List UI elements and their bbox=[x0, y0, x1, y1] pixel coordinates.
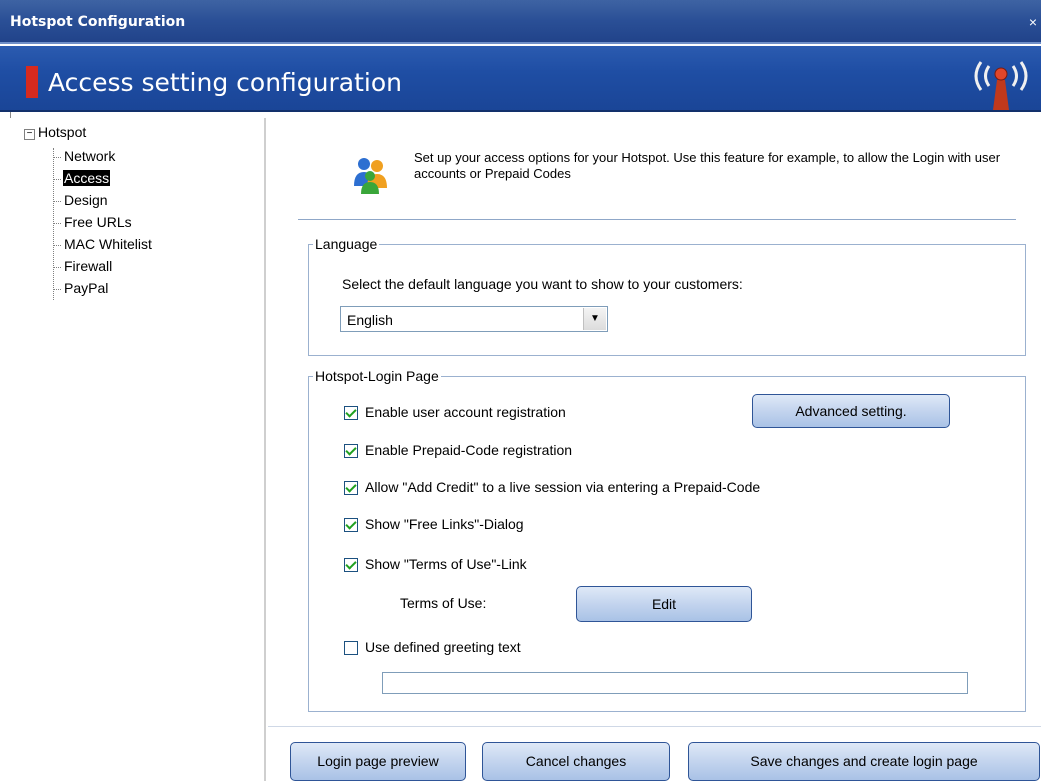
language-legend: Language bbox=[315, 236, 378, 252]
login-legend: Hotspot-Login Page bbox=[315, 368, 439, 384]
page-header: Access setting configuration bbox=[0, 46, 1041, 112]
show-free-links-checkbox[interactable] bbox=[344, 518, 358, 532]
enable-user-registration-checkbox[interactable] bbox=[344, 406, 358, 420]
use-greeting-text-option[interactable]: Use defined greeting text bbox=[344, 639, 521, 655]
language-select[interactable]: English ▼ bbox=[340, 306, 608, 332]
window-title: Hotspot Configuration bbox=[10, 14, 186, 30]
option-label: Enable user account registration bbox=[365, 404, 566, 420]
tree-item-label: Design bbox=[64, 192, 108, 208]
use-greeting-text-checkbox[interactable] bbox=[344, 641, 358, 655]
login-page-preview-button[interactable]: Login page preview bbox=[290, 742, 466, 781]
enable-prepaid-registration-checkbox[interactable] bbox=[344, 444, 358, 458]
tree-item-access[interactable]: Access bbox=[53, 170, 111, 186]
save-and-create-button[interactable]: Save changes and create login page bbox=[688, 742, 1040, 781]
allow-add-credit-checkbox[interactable] bbox=[344, 481, 358, 495]
tree-item-label: Free URLs bbox=[64, 214, 132, 230]
tree-item-paypal[interactable]: PayPal bbox=[53, 280, 109, 296]
header-accent-bar bbox=[26, 66, 38, 98]
tree-item-label: Access bbox=[63, 170, 111, 186]
section-divider bbox=[298, 219, 1016, 220]
option-label: Show "Free Links"-Dialog bbox=[365, 516, 524, 532]
antenna-icon bbox=[974, 61, 1028, 110]
allow-add-credit-option[interactable]: Allow "Add Credit" to a live session via… bbox=[344, 479, 760, 495]
close-icon[interactable]: × bbox=[1029, 14, 1037, 30]
option-label: Show "Terms of Use"-Link bbox=[365, 556, 527, 572]
show-free-links-option[interactable]: Show "Free Links"-Dialog bbox=[344, 516, 524, 532]
tree-item-label: PayPal bbox=[64, 280, 109, 296]
tree-item-free-urls[interactable]: Free URLs bbox=[53, 214, 133, 230]
enable-prepaid-registration-option[interactable]: Enable Prepaid-Code registration bbox=[344, 442, 572, 458]
option-label: Enable Prepaid-Code registration bbox=[365, 442, 573, 458]
users-icon bbox=[354, 158, 387, 194]
tree-item-mac-whitelist[interactable]: MAC Whitelist bbox=[53, 236, 153, 252]
page-title: Access setting configuration bbox=[48, 68, 402, 97]
show-terms-of-use-option[interactable]: Show "Terms of Use"-Link bbox=[344, 556, 527, 572]
tree-root-label: Hotspot bbox=[38, 124, 87, 140]
footer-divider bbox=[268, 726, 1041, 727]
option-label: Allow "Add Credit" to a live session via… bbox=[365, 479, 761, 495]
tree-item-label: Firewall bbox=[64, 258, 113, 274]
info-description: Set up your access options for your Hots… bbox=[414, 150, 1001, 181]
tree-root-hotspot[interactable]: − Hotspot bbox=[24, 124, 86, 140]
terms-of-use-label: Terms of Use: bbox=[400, 595, 487, 611]
cancel-changes-button[interactable]: Cancel changes bbox=[482, 742, 670, 781]
enable-user-registration-option[interactable]: Enable user account registration bbox=[344, 404, 566, 420]
tree-item-label: MAC Whitelist bbox=[64, 236, 152, 252]
advanced-setting-button[interactable]: Advanced setting. bbox=[752, 394, 950, 428]
greeting-text-input[interactable] bbox=[382, 672, 968, 694]
language-selected-value: English bbox=[347, 312, 393, 328]
settings-panel: Set up your access options for your Hots… bbox=[268, 120, 1041, 781]
tree-item-design[interactable]: Design bbox=[53, 192, 109, 208]
language-group: Language bbox=[308, 236, 1026, 356]
tree-item-network[interactable]: Network bbox=[53, 148, 116, 164]
window-titlebar: Hotspot Configuration × bbox=[0, 0, 1041, 44]
option-label: Use defined greeting text bbox=[365, 639, 521, 655]
tree-item-label: Network bbox=[64, 148, 116, 164]
collapse-icon[interactable]: − bbox=[24, 129, 35, 140]
settings-tree: − Hotspot Network Access Design Free URLs… bbox=[10, 118, 266, 781]
show-terms-of-use-checkbox[interactable] bbox=[344, 558, 358, 572]
edit-terms-button[interactable]: Edit bbox=[576, 586, 752, 622]
chevron-down-icon[interactable]: ▼ bbox=[583, 308, 606, 330]
tree-item-firewall[interactable]: Firewall bbox=[53, 258, 113, 274]
language-prompt: Select the default language you want to … bbox=[342, 276, 743, 292]
